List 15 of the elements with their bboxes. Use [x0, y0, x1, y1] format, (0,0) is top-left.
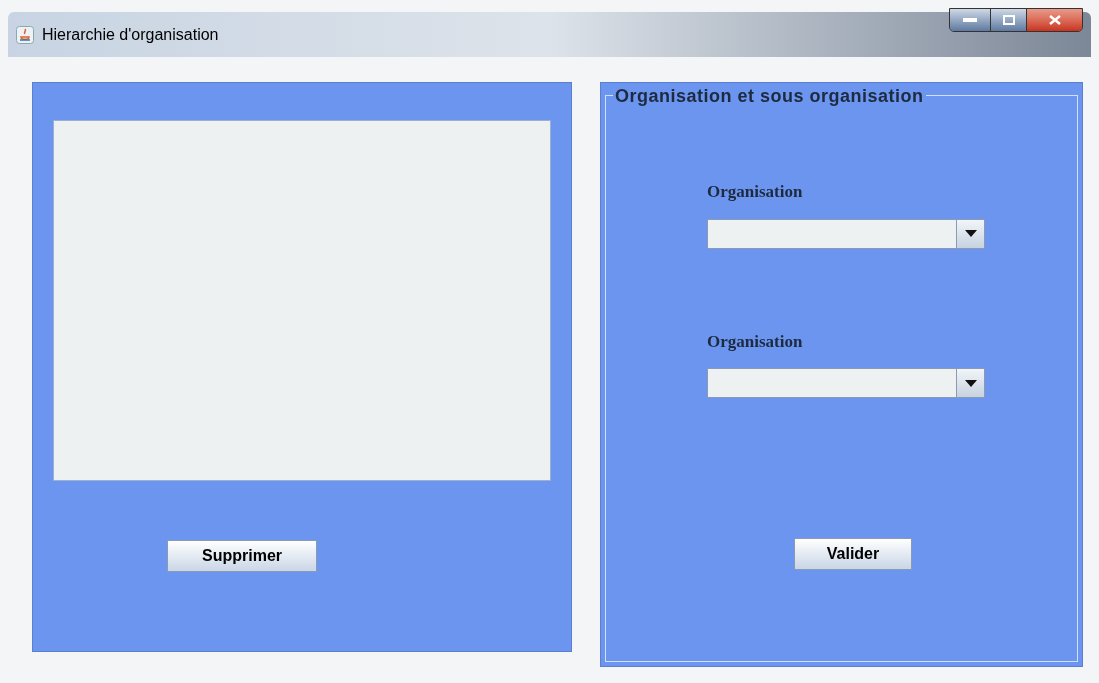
- field-label: Organisation: [707, 330, 803, 353]
- window-title: Hierarchie d'organisation: [42, 24, 219, 45]
- minimize-icon: [963, 18, 977, 22]
- close-icon: [1048, 15, 1061, 25]
- field-label: Organisation: [707, 181, 803, 203]
- caret-icon: [964, 230, 977, 237]
- minimize-button[interactable]: [950, 9, 990, 31]
- delete-button[interactable]: Supprimer: [167, 540, 317, 572]
- close-button[interactable]: [1026, 9, 1082, 31]
- restore-icon: [1002, 15, 1015, 25]
- caret-icon: [964, 379, 977, 387]
- maximize-button[interactable]: [990, 9, 1026, 31]
- dropdown[interactable]: [707, 218, 985, 249]
- dropdown[interactable]: [707, 368, 985, 398]
- validate-button[interactable]: Valider: [794, 538, 912, 570]
